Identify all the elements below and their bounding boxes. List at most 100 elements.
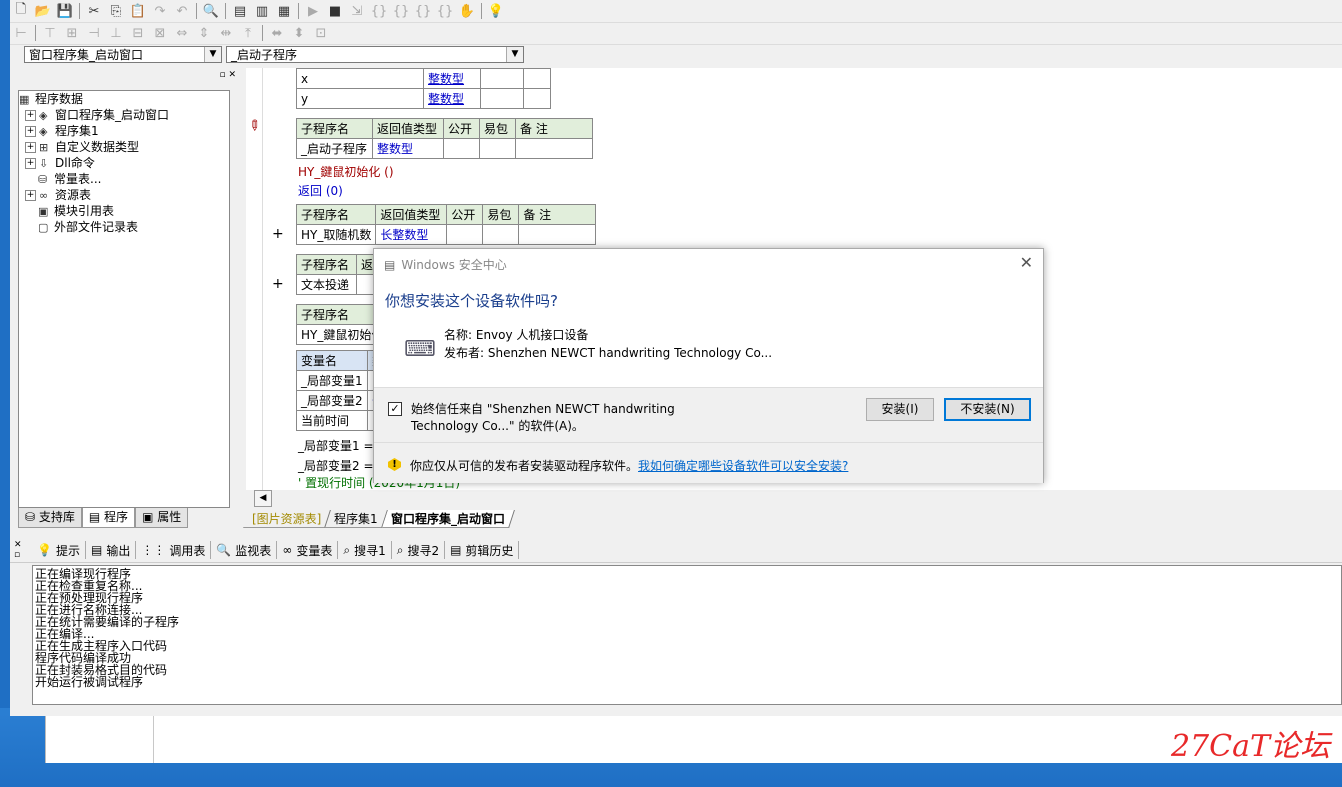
align-bottom-icon[interactable]: ⊥ [105,23,127,43]
expand-icon[interactable]: + [272,226,284,242]
layout1-icon[interactable]: ▤ [229,1,251,21]
tab-window-assembly[interactable]: 窗口程序集_启动窗口 [382,510,515,528]
layout3-icon[interactable]: ▦ [273,1,295,21]
expand-icon[interactable]: + [25,126,36,137]
center-v-icon[interactable]: ⊠ [149,23,171,43]
copy-icon[interactable]: ⎘ [105,1,127,21]
tab-output[interactable]: ▤ 输出 [86,541,137,559]
tab-clip-history[interactable]: ▤ 剪辑历史 [445,541,520,559]
var-type[interactable]: 整数型 [423,68,481,89]
center-h-icon[interactable]: ⊟ [127,23,149,43]
code-line[interactable]: 返回 (0) [298,182,343,199]
tab-image-resources[interactable]: [图片资源表] [243,510,332,528]
chevron-down-icon[interactable]: ▼ [506,47,523,62]
same-size-icon[interactable]: ⬌ [266,23,288,43]
expand-icon[interactable]: + [25,110,36,121]
trust-checkbox[interactable]: ✓ [388,402,402,416]
tree-item[interactable]: + ⊞ 自定义数据类型 [19,139,229,155]
align-center-icon[interactable]: ⊞ [61,23,83,43]
expand-icon[interactable]: + [25,142,36,153]
spacing-h-icon[interactable]: ⇹ [215,23,237,43]
code-line[interactable]: HY_鍵鼠初始化 () [298,163,394,180]
tree-item-label: 模块引用表 [54,204,115,218]
run-icon[interactable]: ▶ [302,1,324,21]
clipboard-icon: ▤ [450,543,462,557]
tree-root[interactable]: ▦ 程序数据 [19,91,229,107]
sub-ret[interactable]: 长整数型 [375,224,448,245]
open-icon[interactable]: 📂 [32,1,54,21]
expand-icon[interactable]: + [272,276,284,292]
step-out-icon[interactable]: {} [412,1,434,21]
output-console[interactable]: 正在编译现行程序 正在检查重复名称... 正在预处理现行程序 正在进行名称连接.… [32,565,1342,705]
undo-icon[interactable]: ↶ [171,1,193,21]
trust-label[interactable]: 始终信任来自 "Shenzhen NEWCT handwriting Techn… [411,401,675,435]
tab-variables[interactable]: ∞ 变量表 [277,541,339,559]
tab-watch[interactable]: 🔍 监视表 [211,541,278,559]
tree-item[interactable]: ▢ 外部文件记录表 [19,219,229,235]
tab-library[interactable]: ⛁ 支持库 [18,508,82,528]
new-file-icon[interactable]: 🗋 [10,1,32,21]
step-over-icon[interactable]: {} [390,1,412,21]
tree-item[interactable]: + ∞ 资源表 [19,187,229,203]
subroutine-combo[interactable]: _启动子程序 ▼ [226,46,524,63]
cut-icon[interactable]: ✂ [83,1,105,21]
stop-icon[interactable]: ■ [324,1,346,21]
chevron-down-icon[interactable]: ▼ [204,47,221,62]
step-icon[interactable]: ⇲ [346,1,368,21]
redo-icon[interactable]: ↷ [149,1,171,21]
var-name: y [296,88,424,109]
sub-ret[interactable]: 整数型 [372,138,444,159]
sub-name[interactable]: 文本投递 [296,274,357,295]
var-type[interactable]: 整数型 [423,88,481,109]
save-icon[interactable]: 💾 [54,1,76,21]
layout2-icon[interactable]: ▥ [251,1,273,21]
tree-item[interactable]: + ◈ 程序集1 [19,123,229,139]
equal-width-icon[interactable]: ⇔ [171,23,193,43]
expand-icon[interactable]: + [25,158,36,169]
hand-icon[interactable]: ✋ [456,1,478,21]
assembly-combo[interactable]: 窗口程序集_启动窗口 ▼ [24,46,222,63]
constant-icon: ⛁ [38,173,48,186]
install-button[interactable]: 安装(I) [866,398,934,421]
lightbulb-icon[interactable]: 💡 [485,1,507,21]
code-line[interactable]: _局部变量2 = I [298,457,381,474]
sub-name[interactable]: HY_取随机数 [295,224,377,245]
tree-item[interactable]: + ◈ 窗口程序集_启动窗口 [19,107,229,123]
dont-install-button[interactable]: 不安装(N) [944,398,1031,421]
sub-name[interactable]: _启动子程序 [296,138,373,159]
tab-program[interactable]: ▤ 程序 [81,508,136,528]
align-right-icon[interactable]: ⊣ [83,23,105,43]
tree-item[interactable]: ⛁ 常量表... [19,171,229,187]
tab-assembly1[interactable]: 程序集1 [325,510,388,528]
same-all-icon[interactable]: ⊡ [310,23,332,43]
tab-hint[interactable]: 💡 提示 [32,541,86,559]
spacing-v-icon[interactable]: ⤒ [237,23,259,43]
expand-icon[interactable]: + [25,190,36,201]
scroll-left-icon[interactable]: ◀ [254,490,272,507]
code-line[interactable]: _局部变量1 = I [298,437,381,454]
properties-icon: ▣ [142,510,158,524]
tab-search2[interactable]: ⌕ 搜寻2 [392,541,446,559]
horizontal-scrollbar[interactable]: ◀ [246,490,1342,507]
run-to-cursor-icon[interactable]: {} [434,1,456,21]
local-name[interactable]: 当前时间 [296,410,368,431]
step-into-icon[interactable]: {} [368,1,390,21]
align-top-icon[interactable]: ⊤ [39,23,61,43]
same-h-icon[interactable]: ⬍ [288,23,310,43]
equal-height-icon[interactable]: ⇕ [193,23,215,43]
local-name[interactable]: _局部变量1 [296,370,368,391]
tree-item[interactable]: ▣ 模块引用表 [19,203,229,219]
close-icon[interactable]: ✕ [1020,253,1033,272]
find-icon[interactable]: 🔍 [200,1,222,21]
tree-item[interactable]: + ⇩ Dll命令 [19,155,229,171]
help-link[interactable]: 我如何确定哪些设备软件可以安全安装? [638,459,848,473]
local-name[interactable]: _局部变量2 [296,390,368,411]
paste-icon[interactable]: 📋 [127,1,149,21]
sub-table-2: 子程序名 返回值类型 公开 易包备 注 HY_取随机数 长整数型 [295,204,597,245]
tab-call-stack[interactable]: ⋮⋮ 调用表 [136,541,212,559]
align-left-icon[interactable]: ⊢ [10,23,32,43]
pin-icon[interactable]: ▫ [219,70,225,80]
tab-properties[interactable]: ▣ 属性 [135,508,189,528]
tab-search1[interactable]: ⌕ 搜寻1 [338,541,392,559]
close-icon[interactable]: ✕ [228,70,236,80]
